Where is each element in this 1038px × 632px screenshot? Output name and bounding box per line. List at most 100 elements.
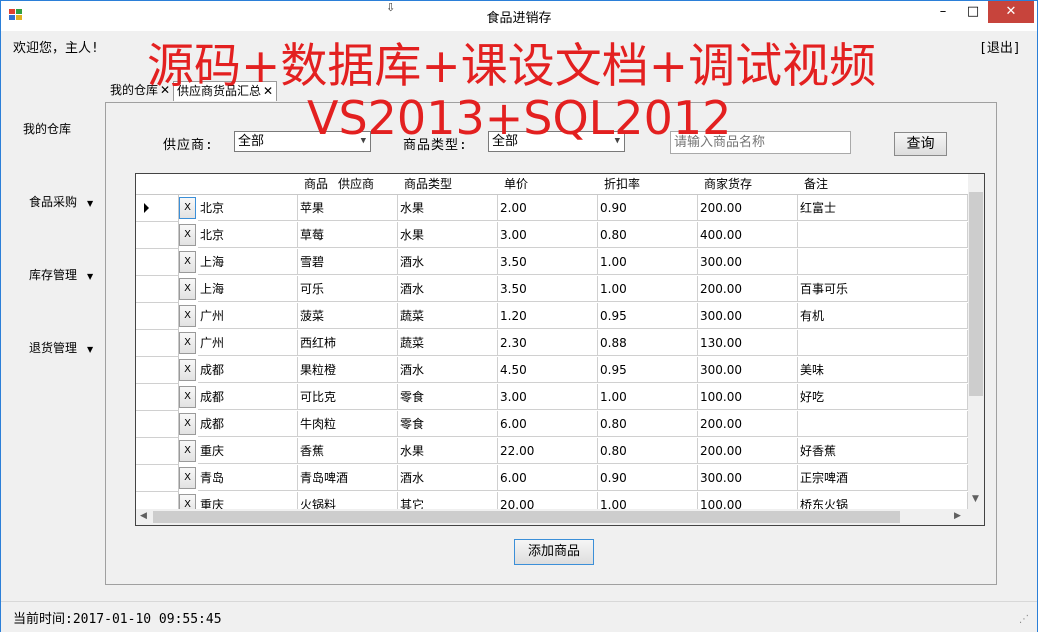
table-cell[interactable]: 300.00 (698, 357, 798, 383)
table-row[interactable]: X 重庆 香蕉 水果 22.00 0.80 200.00 好香蕉 (136, 438, 968, 465)
table-cell[interactable]: 0.80 (598, 438, 698, 464)
row-header[interactable] (136, 438, 179, 465)
table-cell[interactable]: 香蕉 (298, 438, 398, 464)
table-cell[interactable]: 成都 (198, 384, 298, 410)
sidebar-item-warehouse[interactable]: 我的仓库 (23, 120, 71, 137)
query-button[interactable]: 查询 (894, 132, 947, 156)
column-header[interactable]: 供应商 (334, 174, 374, 194)
delete-row-button[interactable]: X (179, 197, 196, 219)
table-cell[interactable]: 可比克 (298, 384, 398, 410)
table-cell[interactable]: 200.00 (698, 411, 798, 437)
scroll-thumb[interactable] (969, 192, 983, 396)
delete-row-button[interactable]: X (179, 386, 196, 408)
delete-row-button[interactable]: X (179, 278, 196, 300)
scroll-left-icon[interactable]: ◀ (140, 511, 147, 521)
table-cell[interactable]: 3.00 (498, 384, 598, 410)
column-header[interactable]: 折扣率 (600, 174, 640, 194)
table-cell[interactable]: 1.00 (598, 384, 698, 410)
table-cell[interactable]: 水果 (398, 438, 498, 464)
table-cell[interactable]: 广州 (198, 303, 298, 329)
table-cell[interactable]: 零食 (398, 384, 498, 410)
table-row[interactable]: X 广州 西红柿 蔬菜 2.30 0.88 130.00 (136, 330, 968, 357)
row-header[interactable] (136, 384, 179, 411)
table-row[interactable]: X 成都 果粒橙 酒水 4.50 0.95 300.00 美味 (136, 357, 968, 384)
delete-row-button[interactable]: X (179, 305, 196, 327)
table-cell[interactable]: 青岛 (198, 465, 298, 491)
table-row[interactable]: X 成都 可比克 零食 3.00 1.00 100.00 好吃 (136, 384, 968, 411)
table-cell[interactable] (798, 249, 968, 275)
table-cell[interactable]: 1.00 (598, 249, 698, 275)
table-cell[interactable]: 6.00 (498, 465, 598, 491)
table-cell[interactable]: 400.00 (698, 222, 798, 248)
table-cell[interactable]: 果粒橙 (298, 357, 398, 383)
table-cell[interactable]: 重庆 (198, 438, 298, 464)
vertical-scrollbar[interactable]: ▼ (968, 174, 984, 510)
table-cell[interactable]: 桥东火锅 (798, 492, 968, 510)
table-cell[interactable]: 0.95 (598, 357, 698, 383)
minimize-button[interactable]: – (929, 1, 957, 23)
sidebar-item-inventory[interactable]: 库存管理 ▼ (29, 266, 93, 283)
delete-row-button[interactable]: X (179, 359, 196, 381)
table-cell[interactable]: 1.20 (498, 303, 598, 329)
sidebar-item-purchase[interactable]: 食品采购 ▼ (29, 193, 93, 210)
row-header[interactable] (136, 276, 179, 303)
table-cell[interactable]: 青岛啤酒 (298, 465, 398, 491)
table-cell[interactable]: 上海 (198, 249, 298, 275)
table-cell[interactable]: 100.00 (698, 492, 798, 510)
table-row[interactable]: X 上海 雪碧 酒水 3.50 1.00 300.00 (136, 249, 968, 276)
table-row[interactable]: X 北京 草莓 水果 3.00 0.80 400.00 (136, 222, 968, 249)
goods-grid[interactable]: 供应商 商品 商品类型 单价 折扣率 商家货存 备注 X 北京 苹果 水果 2.00 0.… (135, 173, 985, 526)
table-row[interactable]: X 广州 菠菜 蔬菜 1.20 0.95 300.00 有机 (136, 303, 968, 330)
table-cell[interactable]: 300.00 (698, 249, 798, 275)
row-header[interactable] (136, 303, 179, 330)
table-cell[interactable]: 0.80 (598, 411, 698, 437)
table-cell[interactable]: 火锅料 (298, 492, 398, 510)
table-cell[interactable]: 成都 (198, 411, 298, 437)
table-cell[interactable]: 0.90 (598, 195, 698, 221)
table-cell[interactable]: 红富士 (798, 195, 968, 221)
scroll-down-icon[interactable]: ▼ (972, 494, 979, 504)
table-cell[interactable]: 0.95 (598, 303, 698, 329)
table-cell[interactable]: 其它 (398, 492, 498, 510)
table-cell[interactable]: 酒水 (398, 357, 498, 383)
row-header[interactable] (136, 357, 179, 384)
table-cell[interactable]: 菠菜 (298, 303, 398, 329)
table-cell[interactable]: 蔬菜 (398, 303, 498, 329)
delete-row-button[interactable]: X (179, 224, 196, 246)
table-cell[interactable]: 美味 (798, 357, 968, 383)
table-cell[interactable]: 100.00 (698, 384, 798, 410)
table-cell[interactable]: 水果 (398, 222, 498, 248)
table-cell[interactable]: 300.00 (698, 303, 798, 329)
table-row[interactable]: X 北京 苹果 水果 2.00 0.90 200.00 红富士 (136, 195, 968, 222)
table-cell[interactable]: 0.88 (598, 330, 698, 356)
row-header[interactable] (136, 411, 179, 438)
table-cell[interactable]: 200.00 (698, 438, 798, 464)
table-cell[interactable]: 苹果 (298, 195, 398, 221)
horizontal-scrollbar[interactable]: ◀ ▶ (136, 509, 984, 525)
column-header[interactable]: 备注 (800, 174, 828, 194)
maximize-button[interactable]: □ (959, 1, 987, 23)
delete-row-button[interactable]: X (179, 440, 196, 462)
table-cell[interactable]: 200.00 (698, 195, 798, 221)
column-header[interactable]: 商品类型 (400, 174, 452, 194)
table-row[interactable]: X 重庆 火锅料 其它 20.00 1.00 100.00 桥东火锅 (136, 492, 968, 510)
table-row[interactable]: X 上海 可乐 酒水 3.50 1.00 200.00 百事可乐 (136, 276, 968, 303)
table-cell[interactable]: 零食 (398, 411, 498, 437)
row-header[interactable] (136, 492, 179, 510)
delete-row-button[interactable]: X (179, 494, 196, 510)
table-row[interactable]: X 青岛 青岛啤酒 酒水 6.00 0.90 300.00 正宗啤酒 (136, 465, 968, 492)
scroll-right-icon[interactable]: ▶ (954, 511, 961, 521)
table-cell[interactable]: 2.30 (498, 330, 598, 356)
delete-row-button[interactable]: X (179, 467, 196, 489)
table-cell[interactable]: 300.00 (698, 465, 798, 491)
table-cell[interactable]: 200.00 (698, 276, 798, 302)
resize-grip-icon[interactable]: ⋰ (1019, 614, 1029, 625)
table-cell[interactable]: 草莓 (298, 222, 398, 248)
table-cell[interactable]: 广州 (198, 330, 298, 356)
table-cell[interactable]: 0.90 (598, 465, 698, 491)
table-cell[interactable]: 可乐 (298, 276, 398, 302)
table-cell[interactable]: 北京 (198, 222, 298, 248)
table-cell[interactable]: 北京 (198, 195, 298, 221)
delete-row-button[interactable]: X (179, 251, 196, 273)
row-header[interactable] (136, 249, 179, 276)
